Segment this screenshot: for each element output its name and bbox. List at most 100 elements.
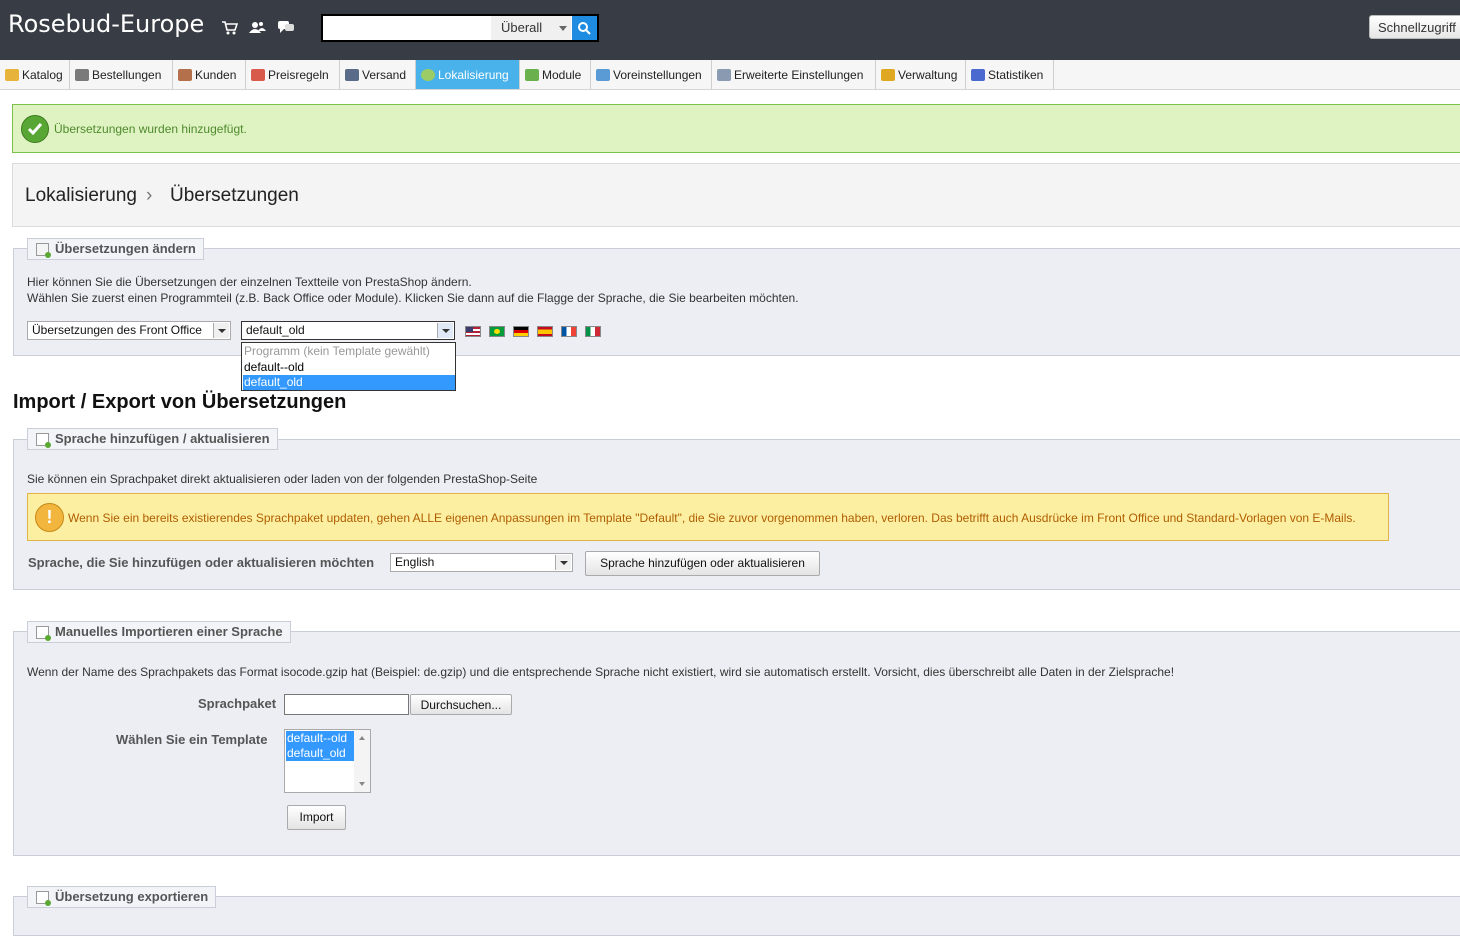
add-document-icon xyxy=(36,626,51,641)
select-value: default_old xyxy=(246,323,305,337)
warning-icon: ! xyxy=(35,503,64,532)
search-scope-select[interactable]: Überall xyxy=(491,16,571,40)
add-language-legend: Sprache hinzufügen / aktualisieren xyxy=(27,428,278,450)
user-icon xyxy=(178,69,192,81)
template-select-label: Wählen Sie ein Template xyxy=(116,732,268,747)
tab-kunden[interactable]: Kunden xyxy=(173,60,246,89)
legend-label: Übersetzungen ändern xyxy=(55,241,196,256)
modify-translations-legend: Übersetzungen ändern xyxy=(27,238,204,260)
scroll-up-icon[interactable] xyxy=(359,736,365,740)
language-pack-file-input[interactable] xyxy=(284,694,409,715)
tab-verwaltung[interactable]: Verwaltung xyxy=(876,60,966,89)
flag-fr-icon[interactable] xyxy=(561,326,577,337)
export-translation-legend: Übersetzung exportieren xyxy=(27,886,217,908)
tab-voreinstellungen[interactable]: Voreinstellungen xyxy=(591,60,712,89)
flag-us-icon[interactable] xyxy=(465,326,481,337)
tab-statistiken[interactable]: Statistiken xyxy=(966,60,1054,89)
breadcrumb-separator-icon: › xyxy=(146,185,153,206)
theme-option-default_old[interactable]: default_old xyxy=(243,375,455,390)
language-select[interactable]: English xyxy=(390,553,573,572)
breadcrumb-item-lokalisierung[interactable]: Lokalisierung xyxy=(25,185,137,207)
modify-intro-line2: Wählen Sie zuerst einen Programmteil (z.… xyxy=(27,291,799,305)
theme-option-program: Programm (kein Template gewählt) xyxy=(244,344,430,358)
legend-label: Manuelles Importieren einer Sprache xyxy=(55,624,283,639)
manual-import-legend: Manuelles Importieren einer Sprache xyxy=(27,621,291,643)
theme-dropdown-list: Programm (kein Template gewählt) default… xyxy=(241,342,456,391)
tab-bestellungen[interactable]: Bestellungen xyxy=(70,60,173,89)
confirmation-message: Übersetzungen wurden hinzugefügt. xyxy=(12,104,1460,153)
template-option-default_old[interactable]: default_old xyxy=(286,746,354,761)
add-language-intro: Sie können ein Sprachpaket direkt aktual… xyxy=(27,472,538,486)
import-export-title: Import / Export von Übersetzungen xyxy=(13,391,347,413)
tab-label: Lokalisierung xyxy=(438,68,509,82)
header-bar: Rosebud-Europe Überall Schnellzugriff xyxy=(0,0,1460,60)
flag-it-icon[interactable] xyxy=(585,326,601,337)
add-document-icon xyxy=(36,891,51,906)
cart-icon[interactable] xyxy=(220,18,238,36)
theme-select[interactable]: default_old xyxy=(241,321,455,340)
truck-icon xyxy=(345,69,359,81)
chevron-down-icon xyxy=(213,323,229,338)
export-translation-fieldset xyxy=(13,896,1460,936)
cart-icon xyxy=(75,69,89,81)
tab-label: Katalog xyxy=(22,68,63,82)
flag-es-icon[interactable] xyxy=(537,326,553,337)
legend-label: Sprache hinzufügen / aktualisieren xyxy=(55,431,270,446)
tab-lokalisierung[interactable]: Lokalisierung xyxy=(416,60,520,89)
tab-module[interactable]: Module xyxy=(520,60,591,89)
wrench-icon xyxy=(717,69,731,81)
tab-label: Bestellungen xyxy=(92,68,162,82)
template-option-default--old[interactable]: default--old xyxy=(286,731,354,746)
search-input[interactable] xyxy=(323,16,499,40)
messages-icon[interactable] xyxy=(277,18,295,36)
scroll-down-icon[interactable] xyxy=(359,782,365,786)
tab-label: Kunden xyxy=(195,68,237,82)
folder-icon xyxy=(5,69,19,81)
breadcrumb: Lokalisierung › Übersetzungen xyxy=(12,163,1460,227)
globe-icon xyxy=(421,69,435,81)
warning-message: ! Wenn Sie ein bereits existierendes Spr… xyxy=(27,493,1389,541)
chevron-down-icon xyxy=(437,323,453,338)
translation-type-select[interactable]: Übersetzungen des Front Office xyxy=(27,321,231,340)
chevron-down-icon xyxy=(559,26,567,31)
tab-preisregeln[interactable]: Preisregeln xyxy=(246,60,340,89)
checkmark-icon xyxy=(21,115,49,143)
add-update-language-button[interactable]: Sprache hinzufügen oder aktualisieren xyxy=(585,551,820,576)
tab-versand[interactable]: Versand xyxy=(340,60,416,89)
search-button[interactable] xyxy=(572,16,597,40)
flag-de-icon[interactable] xyxy=(513,326,529,337)
main-menu: Katalog Bestellungen Kunden Preisregeln … xyxy=(0,60,1460,90)
search-icon xyxy=(578,22,591,35)
puzzle-icon xyxy=(525,69,539,81)
add-document-icon xyxy=(36,433,51,448)
select-value: English xyxy=(395,555,435,569)
modify-intro-line1: Hier können Sie die Übersetzungen der ei… xyxy=(27,275,472,289)
document-icon xyxy=(36,243,51,258)
listbox-scrollbar[interactable] xyxy=(354,730,370,792)
customers-icon[interactable] xyxy=(248,18,266,36)
tab-katalog[interactable]: Katalog xyxy=(0,60,70,89)
theme-option-default--old[interactable]: default--old xyxy=(243,360,455,375)
import-button[interactable]: Import xyxy=(287,805,346,830)
tab-label: Statistiken xyxy=(988,68,1044,82)
preferences-icon xyxy=(596,69,610,81)
legend-label: Übersetzung exportieren xyxy=(55,889,209,904)
flag-br-icon[interactable] xyxy=(489,326,505,337)
tab-erweiterte-einstellungen[interactable]: Erweiterte Einstellungen xyxy=(712,60,876,89)
search-box: Überall xyxy=(321,14,599,42)
manual-import-intro: Wenn der Name des Sprachpakets das Forma… xyxy=(27,665,1175,679)
tab-label: Versand xyxy=(362,68,407,82)
tab-label: Erweiterte Einstellungen xyxy=(734,68,864,82)
bar-chart-icon xyxy=(971,69,985,81)
template-listbox[interactable]: default--old default_old xyxy=(284,729,371,793)
quick-access-button[interactable]: Schnellzugriff xyxy=(1369,15,1460,39)
shop-name[interactable]: Rosebud-Europe xyxy=(8,10,204,38)
chevron-down-icon xyxy=(555,555,571,570)
breadcrumb-item-uebersetzungen: Übersetzungen xyxy=(170,185,299,206)
tab-label: Voreinstellungen xyxy=(613,68,702,82)
browse-button[interactable]: Durchsuchen... xyxy=(410,694,512,715)
language-select-label: Sprache, die Sie hinzufügen oder aktuali… xyxy=(28,555,375,570)
confirmation-text: Übersetzungen wurden hinzugefügt. xyxy=(54,122,247,136)
search-scope-label: Überall xyxy=(501,20,543,35)
warning-text: Wenn Sie ein bereits existierendes Sprac… xyxy=(68,511,1356,525)
